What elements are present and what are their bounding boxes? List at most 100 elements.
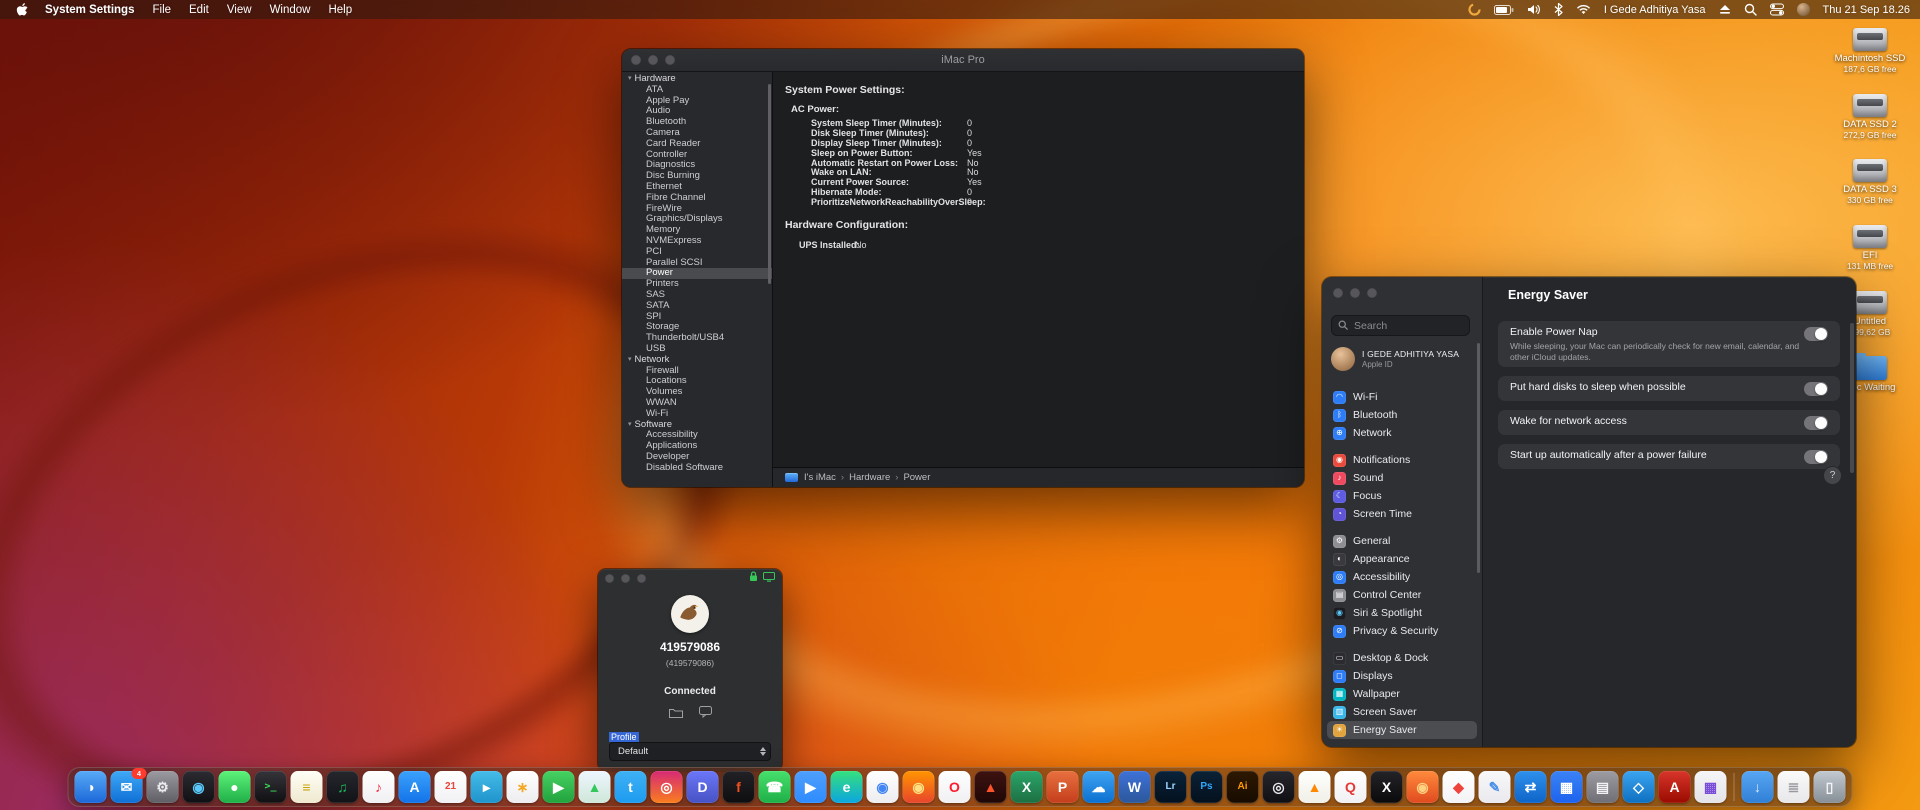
dock-messages-icon[interactable]: ● bbox=[218, 771, 251, 803]
dock-word-icon[interactable]: W bbox=[1118, 771, 1151, 803]
tree-item-pci[interactable]: PCI bbox=[622, 247, 772, 258]
menubar-clock[interactable]: Thu 21 Sep 18.26 bbox=[1823, 4, 1910, 16]
dock-finder-icon[interactable]: ◑ bbox=[74, 771, 107, 803]
volume-icon[interactable] bbox=[1527, 4, 1541, 15]
tree-item-locations[interactable]: Locations bbox=[622, 376, 772, 387]
tree-item-fibre-channel[interactable]: Fibre Channel bbox=[622, 193, 772, 204]
dock-acrobat-icon[interactable]: A bbox=[1658, 771, 1691, 803]
tree-item-audio[interactable]: Audio bbox=[622, 106, 772, 117]
dock-facetime-icon[interactable]: ▶ bbox=[542, 771, 575, 803]
dock-archive-utility-icon[interactable]: ▦ bbox=[1694, 771, 1727, 803]
dock-vscode-icon[interactable]: ◇ bbox=[1622, 771, 1655, 803]
settings-sidebar-item-focus[interactable]: ☾ Focus bbox=[1327, 487, 1477, 505]
search-icon[interactable] bbox=[1744, 3, 1757, 16]
minimize-button[interactable] bbox=[621, 573, 630, 583]
dock-davinci-resolve-icon[interactable]: ◉ bbox=[1406, 771, 1439, 803]
search-field[interactable] bbox=[1331, 315, 1470, 336]
desktop-icon-machintosh-ssd[interactable]: Machintosh SSD 187,6 GB free bbox=[1835, 28, 1905, 75]
desktop-icon-data-ssd-3[interactable]: DATA SSD 3 330 GB free bbox=[1843, 159, 1897, 206]
tree-item-disc-burning[interactable]: Disc Burning bbox=[622, 171, 772, 182]
dock-docker-icon[interactable]: ▦ bbox=[1550, 771, 1583, 803]
dock-notes-icon[interactable]: ≡ bbox=[290, 771, 323, 803]
toggle-wake-for-network-access[interactable] bbox=[1804, 416, 1828, 431]
tree-section-hardware[interactable]: ▾ Hardware bbox=[622, 74, 772, 85]
dock-photos-icon[interactable]: ∗ bbox=[506, 771, 539, 803]
tree-item-bluetooth[interactable]: Bluetooth bbox=[622, 117, 772, 128]
settings-titlebar[interactable]: Energy Saver bbox=[1482, 277, 1856, 313]
help-button[interactable]: ? bbox=[1823, 466, 1842, 485]
dock-figma-icon[interactable]: f bbox=[722, 771, 755, 803]
dock-brave-icon[interactable]: ▲ bbox=[974, 771, 1007, 803]
dock-siri-icon[interactable]: ◉ bbox=[182, 771, 215, 803]
dock-anydesk-icon[interactable]: ◆ bbox=[1442, 771, 1475, 803]
settings-sidebar-item-notifications[interactable]: ◉ Notifications bbox=[1327, 451, 1477, 469]
tree-item-nvmexpress[interactable]: NVMExpress bbox=[622, 236, 772, 247]
dock-calendar-icon[interactable]: 21 bbox=[434, 771, 467, 803]
control-center-icon[interactable] bbox=[1769, 3, 1784, 16]
close-button[interactable] bbox=[605, 573, 614, 583]
zoom-button[interactable] bbox=[637, 573, 646, 583]
bluetooth-icon[interactable] bbox=[1554, 3, 1563, 16]
dock-twitter-icon[interactable]: t bbox=[614, 771, 647, 803]
toggle-put-hard-disks-to-sleep-when-possible[interactable] bbox=[1804, 382, 1828, 397]
dock-zoom-icon[interactable]: ▶ bbox=[794, 771, 827, 803]
dock-discord-icon[interactable]: D bbox=[686, 771, 719, 803]
battery-icon[interactable] bbox=[1493, 4, 1514, 15]
tree-item-sata[interactable]: SATA bbox=[622, 301, 772, 312]
tree-item-disabled-software[interactable]: Disabled Software bbox=[622, 463, 772, 474]
settings-sidebar-item-wi-fi[interactable]: ◠ Wi-Fi bbox=[1327, 388, 1477, 406]
settings-sidebar-item-general[interactable]: ⚙ General bbox=[1327, 532, 1477, 550]
dock-system-settings-icon[interactable]: ⚙ bbox=[146, 771, 179, 803]
sidebar-scrollbar[interactable] bbox=[1477, 343, 1480, 573]
tree-item-spi[interactable]: SPI bbox=[622, 312, 772, 323]
menu-file[interactable]: File bbox=[143, 4, 180, 16]
dock-obs-icon[interactable]: ◎ bbox=[1262, 771, 1295, 803]
dock-printers-icon[interactable]: ▤ bbox=[1586, 771, 1619, 803]
tree-item-power[interactable]: Power bbox=[622, 268, 772, 280]
content-scrollbar[interactable] bbox=[1850, 323, 1854, 473]
desktop-icon-data-ssd-2[interactable]: DATA SSD 2 272,9 GB free bbox=[1843, 93, 1897, 141]
tree-item-firewire[interactable]: FireWire bbox=[622, 204, 772, 215]
minimize-button[interactable] bbox=[1350, 288, 1360, 298]
dock-terminal-icon[interactable]: >_ bbox=[254, 771, 287, 803]
dock-vlc-icon[interactable]: ▲ bbox=[1298, 771, 1331, 803]
tree-item-controller[interactable]: Controller bbox=[622, 150, 772, 161]
dock-teamviewer-icon[interactable]: ⇄ bbox=[1514, 771, 1547, 803]
sidebar-scrollbar[interactable] bbox=[768, 84, 771, 284]
settings-sidebar-item-privacy-security[interactable]: ⊘ Privacy & Security bbox=[1327, 622, 1477, 640]
breadcrumb-item-hardware[interactable]: Hardware bbox=[849, 472, 890, 483]
menu-help[interactable]: Help bbox=[319, 4, 361, 16]
dock-trash-icon[interactable]: ▯ bbox=[1813, 771, 1846, 803]
tree-item-graphics-displays[interactable]: Graphics/Displays bbox=[622, 214, 772, 225]
sysinfo-titlebar[interactable]: iMac Pro bbox=[622, 49, 1304, 72]
toggle-enable-power-nap[interactable] bbox=[1804, 327, 1828, 341]
dock-music-icon[interactable]: ♪ bbox=[362, 771, 395, 803]
tree-item-accessibility[interactable]: Accessibility bbox=[622, 430, 772, 441]
tree-item-printers[interactable]: Printers bbox=[622, 279, 772, 290]
dock-lightroom-icon[interactable]: Lr bbox=[1154, 771, 1187, 803]
dock-edge-icon[interactable]: e bbox=[830, 771, 863, 803]
tree-item-camera[interactable]: Camera bbox=[622, 128, 772, 139]
dock-preview-icon[interactable]: ✎ bbox=[1478, 771, 1511, 803]
dock-downloads-folder-icon[interactable]: ↓ bbox=[1741, 771, 1774, 803]
dock-maps-icon[interactable]: ▲ bbox=[578, 771, 611, 803]
settings-sidebar-item-control-center[interactable]: ▤ Control Center bbox=[1327, 586, 1477, 604]
settings-sidebar-item-siri-spotlight[interactable]: ◉ Siri & Spotlight bbox=[1327, 604, 1477, 622]
dock-spotify-icon[interactable]: ♫ bbox=[326, 771, 359, 803]
dock-instagram-icon[interactable]: ◎ bbox=[650, 771, 683, 803]
eject-icon[interactable] bbox=[1719, 4, 1731, 15]
tree-item-sas[interactable]: SAS bbox=[622, 290, 772, 301]
tree-item-firewall[interactable]: Firewall bbox=[622, 366, 772, 377]
desktop-icon-efi[interactable]: EFI 131 MB free bbox=[1847, 225, 1893, 272]
dock-documents-stack-icon[interactable]: ≣ bbox=[1777, 771, 1810, 803]
dock-onedrive-icon[interactable]: ☁ bbox=[1082, 771, 1115, 803]
dock-opera-icon[interactable]: O bbox=[938, 771, 971, 803]
dock-illustrator-icon[interactable]: Ai bbox=[1226, 771, 1259, 803]
chat-icon[interactable] bbox=[698, 705, 712, 723]
settings-sidebar-item-screen-time[interactable]: ◔ Screen Time bbox=[1327, 505, 1477, 523]
search-input[interactable] bbox=[1352, 318, 1463, 333]
tree-section-software[interactable]: ▾ Software bbox=[622, 420, 772, 431]
dock-whatsapp-icon[interactable]: ☎ bbox=[758, 771, 791, 803]
dock-quicktime-icon[interactable]: Q bbox=[1334, 771, 1367, 803]
settings-sidebar-item-desktop-dock[interactable]: ▭ Desktop & Dock bbox=[1327, 649, 1477, 667]
